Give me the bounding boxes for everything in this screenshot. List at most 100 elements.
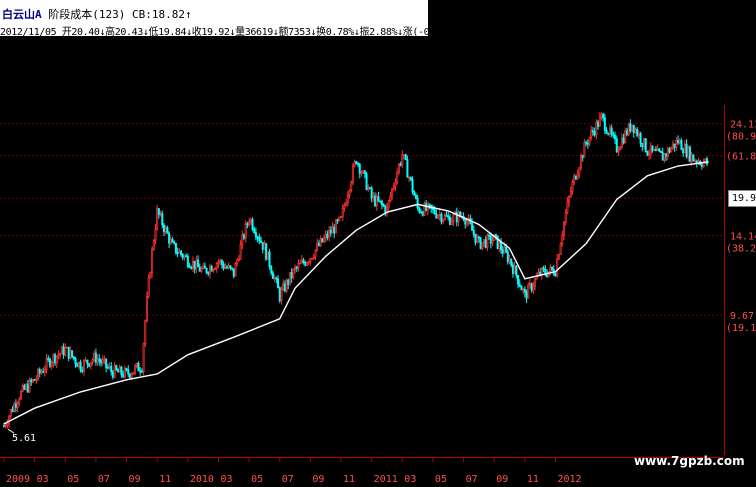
candle-body	[25, 384, 28, 390]
candle-body	[96, 358, 99, 363]
candle-body	[217, 261, 220, 264]
candle-body	[100, 360, 103, 364]
candle-body	[231, 267, 234, 270]
candle-body	[532, 285, 535, 291]
x-tick-label-1: 03	[37, 474, 49, 485]
candle-body	[420, 211, 423, 214]
candle-body	[653, 148, 656, 151]
candle-body	[268, 251, 271, 267]
candle-body	[94, 352, 97, 363]
candle-body	[421, 211, 424, 216]
candle-body	[600, 113, 603, 118]
candle-body	[578, 167, 581, 175]
candle-body	[631, 124, 634, 132]
candle-body	[363, 170, 366, 175]
candle-body	[304, 262, 307, 266]
candle-body	[43, 368, 46, 373]
candle-body	[285, 279, 288, 292]
candle-body	[382, 204, 385, 207]
candle-body	[408, 176, 411, 179]
candle-body	[673, 143, 676, 148]
x-tick-label-5: 11	[159, 474, 171, 485]
candle-body	[142, 343, 145, 372]
candle-body	[632, 124, 635, 133]
candle-body	[513, 265, 516, 274]
candle-body	[166, 227, 169, 234]
candle-body	[140, 370, 143, 373]
candle-body	[60, 346, 63, 354]
candle-body	[452, 214, 455, 222]
candle-body	[380, 200, 383, 206]
candle-body	[559, 243, 562, 255]
candle-body	[695, 160, 698, 164]
candle-body	[183, 255, 186, 259]
candle-body	[409, 176, 412, 180]
x-tick-label-15: 07	[466, 474, 478, 485]
candle-body	[210, 266, 213, 272]
candle-body	[397, 163, 400, 174]
candle-body	[123, 368, 126, 378]
candle-body	[683, 143, 686, 154]
candle-body	[598, 116, 601, 127]
watermark: www.7gpzb.com	[634, 454, 745, 468]
y-tick-label-3: 14.14	[730, 231, 756, 242]
candle-body	[362, 170, 365, 174]
candle-body	[195, 259, 198, 270]
candle-body	[457, 211, 460, 223]
candle-body	[656, 148, 659, 152]
candle-body	[149, 272, 152, 279]
candle-body	[547, 271, 550, 277]
candle-body	[591, 130, 594, 133]
candle-body	[365, 173, 368, 191]
candle-body	[67, 346, 70, 359]
candlestick-chart[interactable]: 24.13(80.9%)(61.8%)16.9014.14(38.2%)9.67…	[0, 0, 756, 487]
candle-body	[193, 261, 196, 270]
candle-body	[431, 208, 434, 210]
x-tick-label-11: 11	[343, 474, 355, 485]
candle-body	[154, 228, 157, 242]
candle-body	[237, 258, 240, 261]
candle-body	[413, 191, 416, 196]
candle-body	[74, 358, 77, 364]
candle-body	[28, 379, 31, 393]
candle-body	[343, 204, 346, 209]
low-price-label: 5.61	[12, 433, 36, 444]
x-tick-label-18: 2012	[557, 474, 581, 485]
candle-body	[186, 255, 189, 267]
candle-body	[442, 219, 445, 223]
y-tick-label-0: 24.13	[730, 120, 756, 131]
candle-body	[372, 195, 375, 199]
candle-body	[411, 179, 414, 192]
candle-body	[181, 253, 184, 259]
candle-body	[132, 371, 135, 375]
candle-body	[556, 258, 559, 277]
candle-body	[309, 257, 312, 263]
candle-body	[227, 265, 230, 269]
candle-body	[111, 371, 114, 378]
candle-body	[120, 366, 123, 375]
candle-body	[214, 268, 217, 270]
candle-body	[583, 141, 586, 158]
candle-body	[190, 266, 193, 269]
candle-body	[501, 249, 504, 254]
candle-body	[448, 216, 451, 225]
candle-body	[566, 201, 569, 214]
candle-body	[76, 363, 79, 367]
candle-body	[665, 153, 668, 157]
candle-body	[271, 272, 274, 279]
candle-body	[222, 263, 225, 269]
candle-body	[568, 196, 571, 203]
candle-body	[130, 373, 133, 378]
candle-body	[54, 354, 57, 364]
candle-body	[144, 320, 147, 345]
candle-body	[84, 359, 87, 362]
candle-body	[477, 236, 480, 239]
candle-body	[496, 235, 499, 249]
candle-body	[617, 149, 620, 153]
candle-body	[128, 373, 131, 378]
candle-body	[484, 239, 487, 248]
candle-body	[326, 233, 329, 238]
candle-body	[9, 409, 12, 417]
candle-body	[164, 227, 167, 233]
candle-body	[321, 238, 324, 243]
